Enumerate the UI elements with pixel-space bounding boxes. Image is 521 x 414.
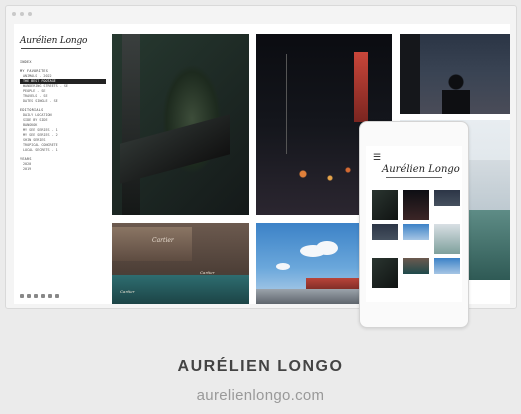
site-sidebar: Aurélien Longo INDEX MY FAVORITES ANIMALS … (14, 24, 106, 304)
phone-screen[interactable]: ☰ Aurélien Longo (366, 146, 462, 302)
site-logo[interactable]: Aurélien Longo (20, 36, 87, 46)
thumbnail[interactable] (403, 190, 429, 220)
window-frame (400, 34, 420, 114)
store-board (112, 227, 192, 261)
photo-cartier-store[interactable]: Cartier Cartier Cartier (112, 223, 249, 304)
instagram-icon[interactable] (27, 294, 31, 298)
window-dot (20, 12, 24, 16)
thumbnail[interactable] (403, 224, 429, 240)
twitter-icon[interactable] (34, 294, 38, 298)
street-pole (286, 54, 287, 154)
share-icon[interactable] (55, 294, 59, 298)
site-menu: INDEX MY FAVORITES ANIMALS - 2022 THE BEST … (20, 56, 106, 172)
photo-window-silhouette[interactable] (400, 34, 510, 114)
thumbnail[interactable] (372, 258, 398, 288)
logo-underline (21, 48, 81, 49)
store-sign-tiny: Cartier (120, 289, 135, 294)
thumbnail[interactable] (372, 224, 398, 240)
menu-item[interactable]: 2019 (20, 167, 106, 172)
street-lights (276, 154, 366, 194)
link-icon[interactable] (48, 294, 52, 298)
phone-thumbnail-grid (372, 190, 460, 288)
thumbnail[interactable] (434, 190, 460, 206)
mail-icon[interactable] (41, 294, 45, 298)
cloud-shape (276, 263, 290, 270)
site-url-link[interactable]: aurelienlongo.com (0, 387, 521, 404)
silhouette (442, 74, 470, 114)
cloud-shape (316, 241, 338, 255)
menu-item[interactable]: DATES SINGLE - SE (20, 99, 106, 104)
menu-item[interactable]: LOCAL SECRETS - 1 (20, 148, 106, 153)
thumbnail[interactable] (434, 258, 460, 274)
phone-site-logo[interactable]: Aurélien Longo (382, 164, 460, 175)
menu-heading[interactable]: INDEX (20, 60, 106, 65)
phone-logo-underline (386, 177, 442, 178)
site-title: AURÉLIEN LONGO (177, 358, 344, 375)
photo-courtyard[interactable] (112, 34, 249, 215)
window-controls (12, 12, 32, 16)
thumbnail[interactable] (403, 258, 429, 274)
neon-sign (354, 52, 368, 122)
thumbnail[interactable] (434, 224, 460, 254)
window-dot (28, 12, 32, 16)
thumbnail[interactable] (372, 190, 398, 220)
hamburger-menu-icon[interactable]: ☰ (373, 153, 381, 162)
window-dot (12, 12, 16, 16)
tree-shape (162, 64, 222, 174)
social-icons (20, 294, 59, 298)
phone-mockup: ☰ Aurélien Longo (359, 121, 469, 328)
store-sign-text: Cartier (152, 237, 174, 244)
facebook-icon[interactable] (20, 294, 24, 298)
store-sign-small: Cartier (200, 270, 215, 275)
